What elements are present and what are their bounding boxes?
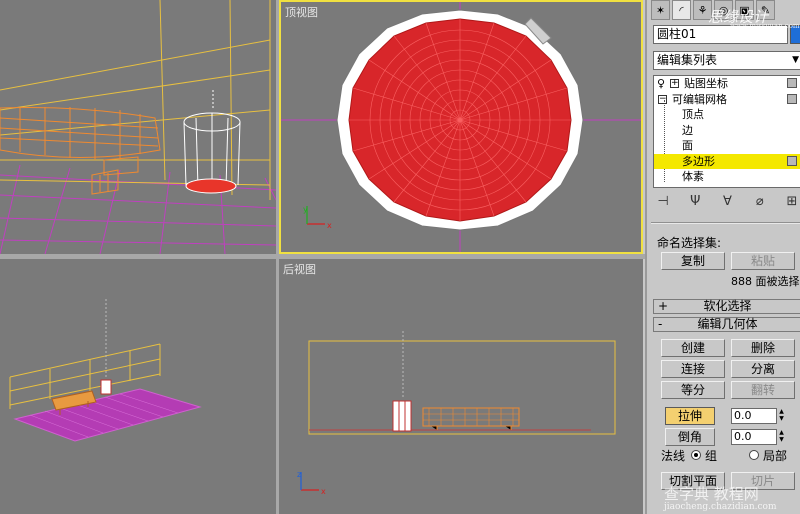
- stack-item-vertex[interactable]: 顶点: [654, 107, 800, 123]
- delete-button[interactable]: 删除: [731, 339, 795, 357]
- stack-item-edge[interactable]: 边: [654, 123, 800, 139]
- normals-group-label: 组: [705, 449, 718, 463]
- stack-item-swatch: [787, 78, 797, 88]
- normals-group-radio[interactable]: [691, 450, 701, 460]
- stack-item-label: 贴图坐标: [684, 77, 728, 90]
- create-tab-icon[interactable]: ✶: [651, 0, 670, 20]
- stack-item-editable-mesh[interactable]: − 可编辑网格: [654, 92, 800, 108]
- collapse-minus-icon[interactable]: −: [658, 94, 667, 104]
- back-scene: z x: [297, 331, 616, 496]
- paste-button[interactable]: 粘贴: [731, 252, 795, 270]
- svg-text:z: z: [297, 470, 301, 479]
- stack-item-label: 顶点: [682, 108, 704, 121]
- extrude-spinner-arrows-icon[interactable]: ▲ ▼: [778, 408, 785, 424]
- perspective-viewport-bottom[interactable]: [0, 259, 276, 514]
- bevel-amount-field[interactable]: 0.0: [731, 429, 777, 445]
- lightbulb-icon: ♀: [657, 77, 666, 90]
- stack-item-polygon[interactable]: 多边形: [654, 153, 800, 169]
- rollout-collapse-sign: -: [658, 317, 663, 331]
- command-panel: ✶ ◜ ⚘ ◎ ▣ ✎ 圆柱01 编辑集列表 ▼ ♀ + 贴图坐标 − 可编辑网…: [645, 0, 800, 514]
- configure-sets-icon[interactable]: ⊞: [782, 194, 800, 216]
- normals-label: 法线: [661, 449, 686, 463]
- modify-tab-icon[interactable]: ◜: [672, 0, 691, 20]
- modifier-list-dropdown[interactable]: 编辑集列表 ▼: [653, 51, 800, 70]
- divide-button[interactable]: 等分: [661, 381, 725, 399]
- turn-button[interactable]: 翻转: [731, 381, 795, 399]
- svg-text:x: x: [327, 221, 332, 230]
- stack-item-swatch: [787, 155, 797, 166]
- rollout-title: 软化选择: [703, 299, 752, 313]
- stack-toolbar: ⊣ Ψ ∀ ⌀ ⊞: [653, 194, 800, 216]
- pin-stack-icon[interactable]: ⊣: [653, 194, 673, 216]
- watermark-url-top: www.missyuan.com: [730, 22, 800, 30]
- viewport-separator-horizontal[interactable]: [0, 254, 645, 259]
- top-scene: y x: [281, 2, 641, 252]
- edit-geometry-rollout[interactable]: - 编辑几何体: [653, 317, 800, 332]
- extrude-button[interactable]: 拉伸: [665, 407, 715, 425]
- stack-item-label: 多边形: [682, 154, 715, 168]
- perspective-scene-bottom: [9, 299, 202, 442]
- watermark-logo-bottom: 查字典 教程网: [664, 485, 759, 503]
- panel-divider: [651, 222, 800, 224]
- svg-text:y: y: [303, 205, 308, 214]
- top-viewport[interactable]: 顶视图 y x: [279, 0, 643, 254]
- stack-item-label: 面: [682, 139, 693, 152]
- detach-button[interactable]: 分离: [731, 360, 795, 378]
- perspective-viewport-top[interactable]: [0, 0, 276, 254]
- back-viewport[interactable]: 后视图 z x: [279, 259, 643, 514]
- perspective-scene-top: [0, 0, 276, 254]
- show-end-result-icon[interactable]: Ψ: [685, 194, 705, 216]
- create-button[interactable]: 创建: [661, 339, 725, 357]
- rollout-expand-sign: +: [658, 299, 669, 313]
- normals-local-radio[interactable]: [749, 450, 759, 460]
- expand-plus-icon[interactable]: +: [670, 79, 679, 88]
- stack-item-face[interactable]: 面: [654, 138, 800, 154]
- watermark-url-bottom: jiaocheng.chazidian.com: [664, 502, 777, 512]
- attach-button[interactable]: 连接: [661, 360, 725, 378]
- stack-item-label: 可编辑网格: [672, 92, 727, 106]
- stack-item-label: 体素: [682, 170, 704, 183]
- normals-local-label: 局部: [763, 449, 788, 463]
- named-selection-label: 命名选择集:: [657, 236, 722, 250]
- chevron-down-icon: ▼: [792, 55, 799, 65]
- svg-text:x: x: [321, 487, 326, 496]
- stack-item-uvw-map[interactable]: ♀ + 贴图坐标: [654, 76, 800, 92]
- copy-button[interactable]: 复制: [661, 252, 725, 270]
- make-unique-icon[interactable]: ∀: [718, 194, 738, 216]
- stack-item-swatch: [787, 93, 797, 104]
- faces-selected-status: 888 面被选择: [731, 275, 800, 288]
- stack-item-element[interactable]: 体素: [654, 169, 800, 185]
- bevel-spinner-arrows-icon[interactable]: ▲ ▼: [778, 429, 785, 445]
- extrude-amount-field[interactable]: 0.0: [731, 408, 777, 424]
- modifier-stack: ♀ + 贴图坐标 − 可编辑网格 顶点 边 面 多边形 体素: [653, 75, 800, 188]
- modifier-list-label: 编辑集列表: [657, 53, 718, 67]
- soft-selection-rollout[interactable]: + 软化选择: [653, 299, 800, 314]
- bevel-button[interactable]: 倒角: [665, 428, 715, 446]
- remove-modifier-icon[interactable]: ⌀: [750, 194, 770, 216]
- rollout-title: 编辑几何体: [697, 317, 758, 331]
- stack-item-label: 边: [682, 123, 693, 137]
